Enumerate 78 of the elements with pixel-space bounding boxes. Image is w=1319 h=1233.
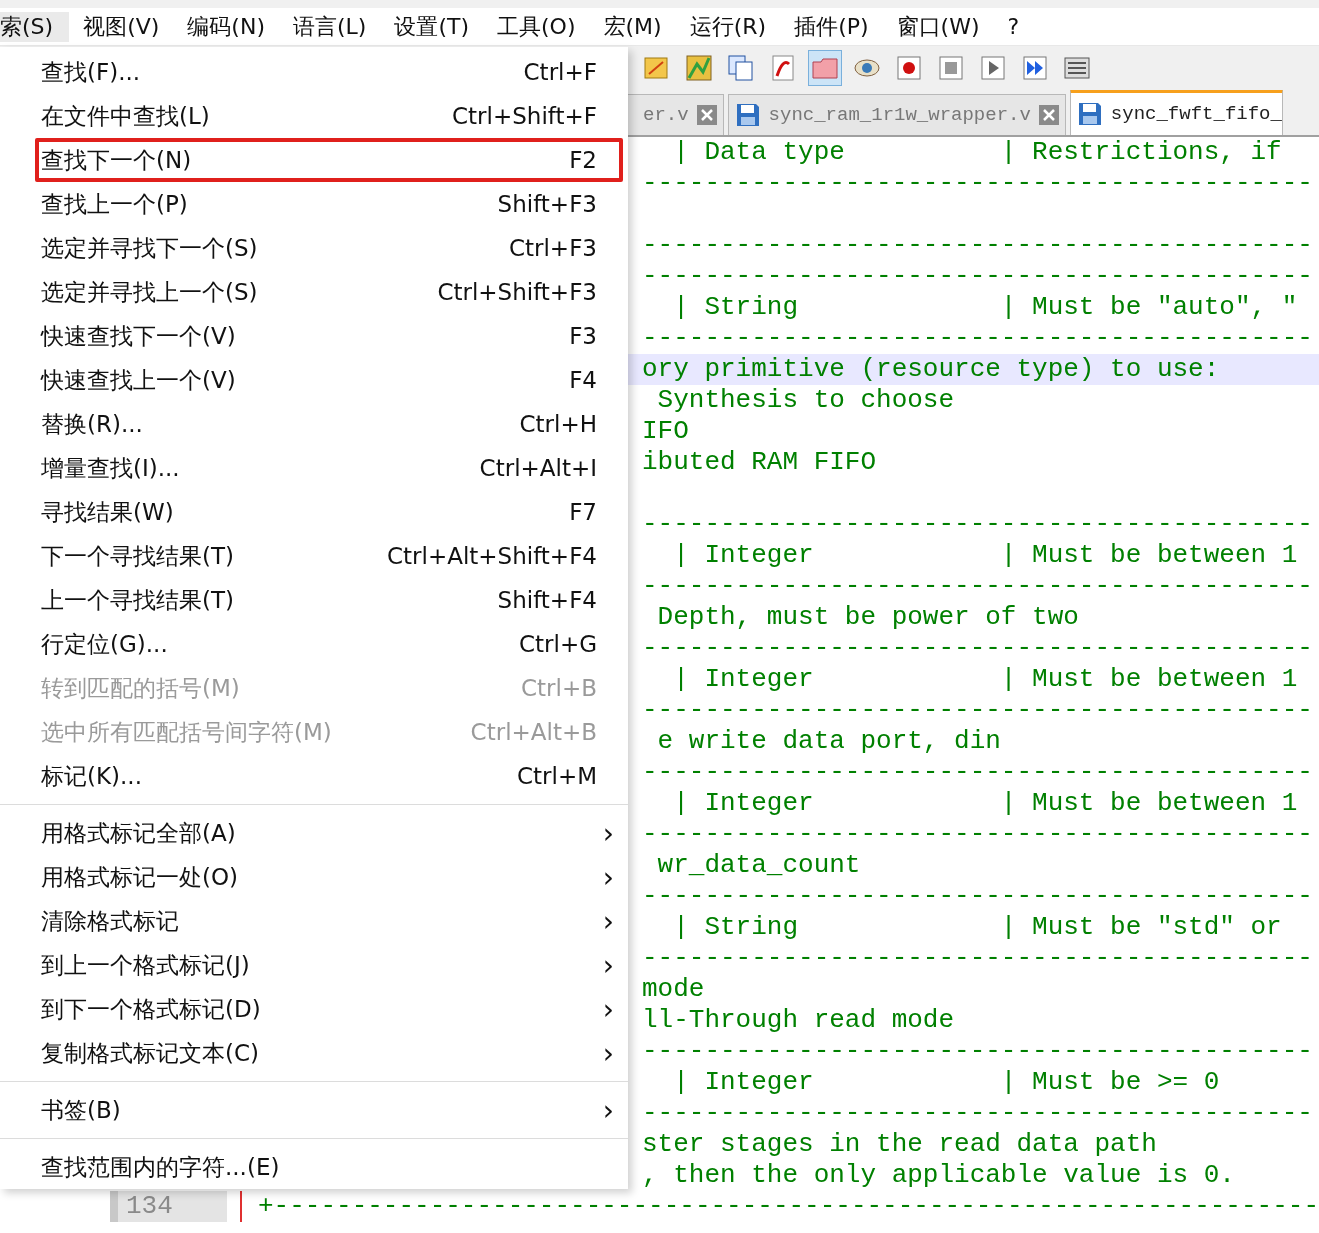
code-line: | String | Must be "std" or [672, 912, 1282, 942]
code-line: | Integer | Must be between 1 [672, 664, 1298, 694]
menu-item[interactable]: 查找上一个(P) Shift+F3 [0, 182, 628, 226]
code-line: , then the only applicable value is 0. [642, 1160, 1235, 1190]
menu-item[interactable]: 寻找结果(W) F7 [0, 490, 628, 534]
menu-item[interactable]: 到上一个格式标记(J) › [0, 943, 628, 987]
menu-item[interactable]: 复制格式标记文本(C) › [0, 1031, 628, 1075]
menu-item[interactable]: 替换(R)... Ctrl+H [0, 402, 628, 446]
menu-item[interactable]: 快速查找上一个(V) F4 [0, 358, 628, 402]
file-tab[interactable]: sync_fwft_fifo_ [1069, 90, 1283, 135]
stop-icon [937, 54, 965, 82]
list-icon [1063, 54, 1091, 82]
menu-bar-item[interactable]: ? [993, 14, 1034, 39]
menu-item[interactable]: 标记(K)... Ctrl+M [0, 754, 628, 798]
code-line: ------------------------------------------- [642, 881, 1313, 911]
code-line: ------------------------------------------- [642, 323, 1313, 353]
close-icon[interactable] [1038, 105, 1059, 125]
code-line: ory primitive (resource type) to use: [642, 354, 1220, 384]
code-line: ------------------------------------------- [642, 943, 1313, 973]
copy-icon [727, 54, 755, 82]
close-icon[interactable] [696, 105, 717, 125]
menu-bar-item[interactable]: 插件(P) [780, 11, 883, 42]
code-line: ------------------------------------------- [642, 261, 1313, 291]
menu-bar-item[interactable]: 视图(V) [69, 11, 174, 42]
code-line: ------------------------------------------- [642, 633, 1313, 663]
code-line: | Data type | Restrictions, if [672, 137, 1282, 167]
code-line: IFO [642, 416, 689, 446]
menu-item[interactable]: 行定位(G)... Ctrl+G [0, 622, 628, 666]
menu-item[interactable]: 到下一个格式标记(D) › [0, 987, 628, 1031]
record-icon [895, 54, 923, 82]
code-line: ll-Through read mode [642, 1005, 955, 1035]
code-line: | Integer | Must be between 1 [672, 788, 1298, 818]
menu-item[interactable]: 清除格式标记 › [0, 899, 628, 943]
line-number: 134 [126, 1191, 173, 1221]
code-line: ster stages in the read data path [642, 1129, 1157, 1159]
code-line: ------------------------------------------- [642, 1098, 1313, 1128]
menu-item[interactable]: 查找下一个(N) F2 [0, 138, 628, 182]
code-line: ibuted RAM FIFO [642, 447, 877, 477]
menu-bar-item[interactable]: 宏(M) [589, 11, 676, 42]
file-tab[interactable]: sync_ram_1r1w_wrapper.v [727, 94, 1066, 135]
menu-bar-item[interactable]: 语言(L) [279, 11, 381, 42]
chart-icon [685, 54, 713, 82]
code-line: | String | Must be "auto", " [672, 292, 1298, 322]
code-line: wr_data_count [656, 850, 861, 880]
code-line: e write data port, din [656, 726, 1001, 756]
code-line: | Integer | Must be between 1 [672, 540, 1298, 570]
menu-item[interactable]: 下一个寻找结果(T) Ctrl+Alt+Shift+F4 [0, 534, 628, 578]
code-line: +------------------------------------------------------------------- [257, 1191, 1319, 1222]
code-line: ------------------------------------------- [642, 168, 1313, 198]
menu-item[interactable]: 查找范围内的字符...(E) [0, 1145, 628, 1189]
code-line: mode [642, 974, 705, 1004]
menu-item[interactable]: 选定并寻找上一个(S) Ctrl+Shift+F3 [0, 270, 628, 314]
menu-bar-item[interactable]: 索(S) [0, 11, 70, 42]
menu-bar-item[interactable]: 窗口(W) [882, 11, 994, 42]
menu-item[interactable]: 上一个寻找结果(T) Shift+F4 [0, 578, 628, 622]
code-line: ------------------------------------------- [642, 230, 1313, 260]
menu-bar-item[interactable]: 编码(N) [173, 11, 279, 42]
code-line: ------------------------------------------- [642, 1036, 1313, 1066]
code-line: ------------------------------------------- [642, 571, 1313, 601]
code-line: Synthesis to choose [656, 385, 955, 415]
code-line: ------------------------------------------- [642, 819, 1313, 849]
menu-item[interactable]: 快速查找下一个(V) F3 [0, 314, 628, 358]
menu-item[interactable]: 用格式标记一处(O) › [0, 855, 628, 899]
menu-bar-item[interactable]: 工具(O) [483, 11, 590, 42]
menu-item[interactable]: 书签(B) › [0, 1088, 628, 1132]
menu-bar-item[interactable]: 运行(R) [675, 11, 781, 42]
play-icon [979, 54, 1007, 82]
code-line: ------------------------------------------- [642, 509, 1313, 539]
code-line: | Integer | Must be >= 0 [672, 1067, 1220, 1097]
menu-item[interactable]: 增量查找(I)... Ctrl+Alt+I [0, 446, 628, 490]
code-line: Depth, must be power of two [656, 602, 1079, 632]
menu-item[interactable]: 用格式标记全部(A) › [0, 811, 628, 855]
code-line: ------------------------------------------- [642, 695, 1313, 725]
code-line: ------------------------------------------- [642, 757, 1313, 787]
fast-forward-icon [1021, 54, 1049, 82]
menu-item[interactable]: 选定并寻找下一个(S) Ctrl+F3 [0, 226, 628, 270]
menu-item[interactable]: 查找(F)... Ctrl+F [0, 50, 628, 94]
menu-bar-item[interactable]: 设置(T) [380, 11, 484, 42]
